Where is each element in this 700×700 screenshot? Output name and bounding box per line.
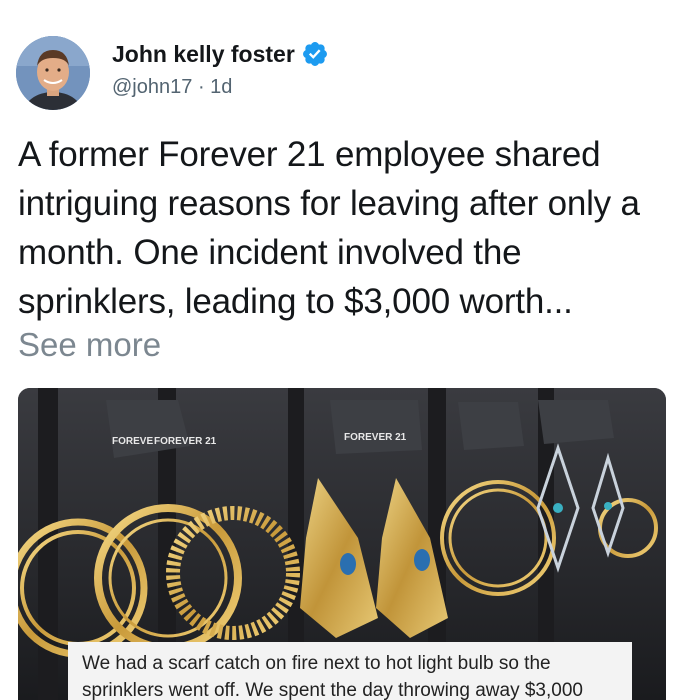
image-caption: We had a scarf catch on fire next to hot… [68,642,632,700]
tweet-header: John kelly foster @john17 · 1d [16,36,684,112]
author-name[interactable]: John kelly foster [112,41,295,68]
verified-badge-icon [302,42,327,66]
tag-label: FOREVER 21 [344,432,407,443]
tweet-text: A former Forever 21 employee shared intr… [18,135,640,321]
caption-line: We had a scarf catch on fire next to hot… [82,653,551,674]
tweet-media[interactable]: FOREVE FOREVER 21 FOREVER 21 We had a sc… [18,388,666,700]
author-handle[interactable]: @john17 [112,76,192,98]
tag-label: FOREVE [112,436,153,447]
avatar[interactable] [16,36,90,110]
tag-label: FOREVER 21 [154,436,217,447]
see-more-link[interactable]: See more [18,326,161,364]
author-meta: @john17 · 1d [112,76,232,99]
caption-line: sprinklers went off. We spent the day th… [82,680,583,700]
tweet-time[interactable]: 1d [210,76,232,98]
meta-separator: · [197,76,205,98]
author-name-row: John kelly foster [112,40,329,68]
